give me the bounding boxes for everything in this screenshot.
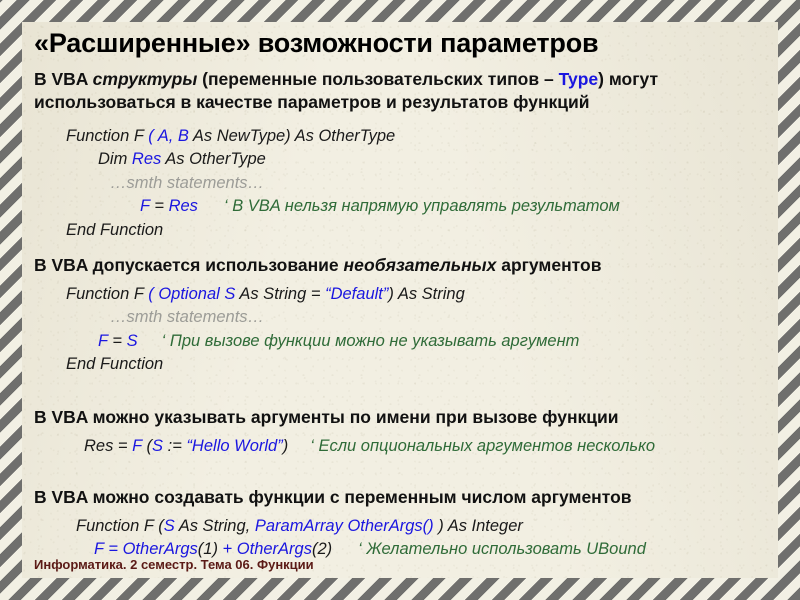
code-line: F = Res ‘ В VBA нельзя напрямую управлять… (22, 195, 778, 218)
code-as-string: As String, (174, 517, 255, 535)
code-named-assign-op: := (163, 437, 187, 455)
code-comment: ‘ При вызове функции можно не указывать … (161, 331, 580, 350)
code-end-function: End Function (66, 355, 164, 374)
code-paramarray: ParamArray OtherArgs (254, 517, 423, 535)
section-heading-4: В VBA можно создавать функции с переменн… (22, 487, 778, 508)
code-line-placeholder: …smth statements… (22, 172, 778, 195)
code-line: Function F ( Optional S As String = “Def… (22, 283, 778, 306)
code-paren-open: ( (141, 437, 153, 455)
code-comment: ‘ Желательно использовать UBound (358, 540, 646, 559)
code-fn-keyword: Function F (66, 285, 149, 303)
code-param-s: S (163, 517, 175, 535)
slide-paper-area: «Расширенные» возможности параметров В V… (22, 22, 778, 578)
code-paren: ( (148, 285, 159, 303)
code-var-res: Res (131, 150, 162, 169)
code-index-1: (1) (197, 540, 218, 559)
code-fn-keyword: Function F ( (76, 517, 164, 535)
slide: «Расширенные» возможности параметров В V… (0, 0, 800, 600)
code-placeholder-statements: …smth statements… (110, 308, 265, 327)
code-end-function: End Function (66, 220, 164, 239)
code-named-arg-s: S (152, 437, 164, 455)
code-line: End Function (22, 219, 778, 242)
code-block-1: Function F ( A, B As NewType) As OtherTy… (22, 125, 778, 242)
intro-emphasis: структуры (92, 69, 198, 89)
page-title: «Расширенные» возможности параметров (34, 28, 599, 58)
code-string-literal: “Hello World” (186, 437, 283, 455)
code-params-ab: A, B (157, 127, 189, 145)
heading-text: В VBA допускается использование необязат… (22, 255, 778, 276)
code-default-literal: “Default” (325, 285, 389, 303)
code-otherargs-2: OtherArgs (236, 540, 312, 559)
code-tail: ) As String (388, 285, 465, 303)
code-fn-keyword: Function F (66, 127, 149, 145)
heading-part-a: В VBA допускается использование (34, 255, 344, 275)
code-block-4: Function F (S As String, ParamArray Othe… (22, 515, 778, 562)
slide-footer: Информатика. 2 семестр. Тема 06. Функции (34, 557, 314, 572)
code-placeholder-statements: …smth statements… (110, 173, 265, 192)
heading-text: В VBA можно указывать аргументы по имени… (34, 407, 619, 427)
code-operator: = (149, 197, 169, 216)
code-line: Function F (S As String, ParamArray Othe… (22, 515, 778, 538)
code-dim-keyword: Dim (98, 150, 132, 169)
code-optional-param: Optional S (158, 285, 236, 303)
code-tail: As OtherType (161, 150, 266, 169)
code-otherargs-1: OtherArgs (122, 540, 198, 559)
code-line: Dim Res As OtherType (22, 148, 778, 171)
code-block-2: Function F ( Optional S As String = “Def… (22, 283, 778, 377)
code-line: Res = F (S := “Hello World”) ‘ Если опцио… (22, 435, 778, 458)
heading-text: В VBA можно создавать функции с переменн… (34, 487, 632, 507)
code-operator: = (107, 331, 127, 350)
code-plus-operator: + (217, 540, 237, 559)
code-block-3: Res = F (S := “Hello World”) ‘ Если опцио… (22, 435, 778, 458)
code-line-placeholder: …smth statements… (22, 306, 778, 329)
code-var-s: S (126, 331, 138, 350)
code-assign-res: Res = (84, 437, 133, 455)
intro-part2: (переменные пользовательских типов – (197, 69, 559, 89)
intro-keyword-type: Type (558, 69, 599, 89)
code-comment: ‘ Если опциональных аргументов несколько (310, 437, 656, 455)
intro-part1: В VBA (34, 69, 93, 89)
code-tail: ) As Integer (433, 517, 523, 535)
code-var-res: Res (168, 197, 198, 216)
code-operator: = (103, 540, 123, 559)
code-line: Function F ( A, B As NewType) As OtherTy… (22, 125, 778, 148)
code-line: F = S ‘ При вызове функции можно не указы… (22, 330, 778, 353)
section-heading-2: В VBA допускается использование необязат… (22, 255, 778, 276)
heading-part-b: аргументов (496, 255, 602, 275)
code-tail: As NewType) As OtherType (188, 127, 396, 145)
section-heading-3: В VBA можно указывать аргументы по имени… (22, 407, 778, 428)
code-index-2: (2) (311, 540, 333, 559)
code-token-blue: ( (148, 127, 158, 145)
code-paramarray-parens: () (422, 517, 434, 535)
code-var-f: F (98, 331, 108, 350)
code-var-f: F (140, 197, 150, 216)
code-fn-f: F (132, 437, 142, 455)
code-comment: ‘ В VBA нельзя напрямую управлять резуль… (223, 197, 620, 216)
code-var-f: F (94, 540, 104, 559)
code-as-string: As String = (235, 285, 326, 303)
intro-paragraph: В VBA структуры (переменные пользователь… (22, 68, 778, 114)
code-line: End Function (22, 353, 778, 376)
heading-emphasis: необязательных (343, 255, 497, 275)
intro-text: В VBA структуры (переменные пользователь… (22, 68, 778, 114)
